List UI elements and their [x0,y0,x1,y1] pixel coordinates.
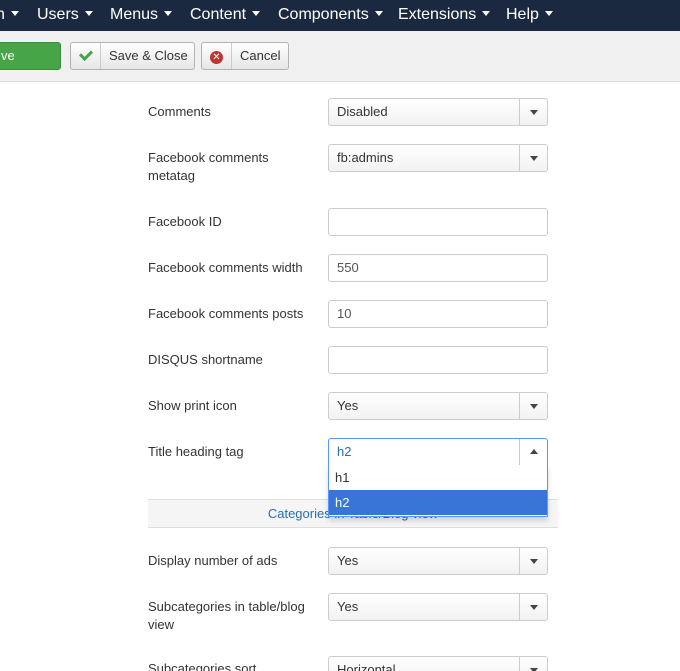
subcats-select[interactable]: Yes [328,593,548,621]
fb-id-input[interactable] [328,208,548,236]
top-navbar: n Users Menus Content Components Extensi… [0,0,680,31]
nav-label: Help [506,6,539,23]
title-tag-label: Title heading tag [148,444,244,459]
caret-down-icon [374,11,383,17]
caret-down-icon [164,11,173,17]
nav-label: Menus [110,6,159,23]
subcats-sort-label: Subcategories sort [148,661,257,671]
fb-posts-input[interactable]: 10 [328,300,548,328]
caret-down-icon [544,11,553,17]
nav-label: n [0,6,5,23]
nav-menu-menus[interactable]: Menus [110,0,173,31]
print-icon-label: Show print icon [148,398,237,413]
cancel-button[interactable]: ✕ Cancel [201,42,289,70]
comments-value: Disabled [337,104,388,119]
nav-menu-extensions[interactable]: Extensions [398,0,491,31]
chevron-up-icon [519,439,547,465]
dropdown-option-h2[interactable]: h2 [329,490,547,515]
fb-width-label: Facebook comments width [148,260,303,275]
fb-width-input[interactable]: 550 [328,254,548,282]
caret-down-icon [252,11,261,17]
chevron-down-icon [519,657,547,671]
disqus-label: DISQUS shortname [148,352,263,367]
cancel-circle-icon: ✕ [202,43,232,69]
caret-down-icon [482,11,491,17]
nav-menu-users[interactable]: Users [37,0,93,31]
disqus-input[interactable] [328,346,548,374]
fb-metatag-label: Facebook comments metatag [148,150,269,183]
nav-label: Users [37,6,79,23]
print-icon-select[interactable]: Yes [328,392,548,420]
dropdown-option-h1[interactable]: h1 [329,465,547,490]
chevron-down-icon [519,99,547,125]
subcats-value: Yes [337,599,359,614]
title-tag-select[interactable]: h2 [328,438,548,466]
num-ads-select[interactable]: Yes [328,547,548,575]
num-ads-value: Yes [337,553,359,568]
caret-down-icon [84,11,93,17]
num-ads-label: Display number of ads [148,553,278,568]
subcats-sort-value: Horizontal [337,662,396,671]
nav-menu-system[interactable]: n [0,0,19,31]
fb-posts-label: Facebook comments posts [148,306,304,321]
save-close-label: Save & Close [109,48,188,63]
save-close-button[interactable]: Save & Close [70,42,195,70]
nav-label: Content [190,6,247,23]
chevron-down-icon [519,393,547,419]
chevron-down-icon [519,548,547,574]
fb-metatag-select[interactable]: fb:admins [328,144,548,172]
nav-menu-content[interactable]: Content [190,0,261,31]
chevron-down-icon [519,594,547,620]
cancel-label: Cancel [240,48,281,63]
save-button[interactable]: ve [0,42,61,70]
save-button-label: ve [1,48,15,63]
title-tag-dropdown: h1 h2 [328,465,548,517]
comments-label: Comments [148,104,211,119]
nav-label: Components [278,6,369,23]
fb-metatag-value: fb:admins [337,150,394,165]
nav-menu-components[interactable]: Components [278,0,383,31]
comments-select[interactable]: Disabled [328,98,548,126]
subcats-label: Subcategories in table/blog view [148,599,305,632]
title-tag-value: h2 [337,444,352,459]
nav-label: Extensions [398,6,477,23]
nav-menu-help[interactable]: Help [506,0,553,31]
toolbar: ve Save & Close ✕ Cancel [0,31,680,82]
subcats-sort-select[interactable]: Horizontal [328,656,548,671]
check-icon [71,43,101,69]
fb-id-label: Facebook ID [148,214,222,229]
print-icon-value: Yes [337,398,359,413]
chevron-down-icon [519,145,547,171]
caret-down-icon [10,11,19,17]
